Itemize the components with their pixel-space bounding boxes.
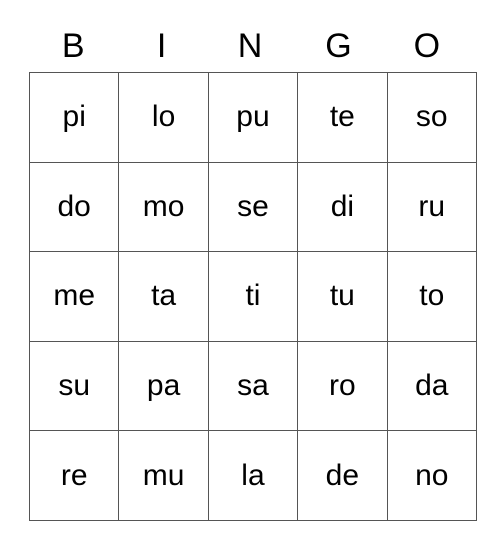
bingo-cell[interactable]: su [28, 340, 120, 432]
bingo-cell[interactable]: pu [207, 72, 299, 163]
bingo-row: pi lo pu te so [28, 72, 477, 163]
bingo-cell[interactable]: tu [297, 251, 388, 342]
bingo-cell[interactable]: pi [28, 72, 120, 163]
bingo-row: do mo se di ru [28, 161, 477, 253]
bingo-grid: pi lo pu te so do mo se di ru me ta ti t… [28, 72, 477, 521]
bingo-cell[interactable]: mo [118, 161, 209, 253]
bingo-cell[interactable]: ti [207, 251, 299, 342]
bingo-header-letter-i: I [156, 27, 167, 65]
bingo-cell[interactable]: to [386, 251, 477, 342]
bingo-header-letter-g: G [325, 27, 352, 65]
bingo-row: su pa sa ro da [28, 340, 477, 432]
bingo-header-row: B I N G O [29, 20, 471, 72]
bingo-cell[interactable]: re [28, 430, 120, 521]
bingo-row: me ta ti tu to [28, 251, 477, 342]
bingo-cell[interactable]: de [297, 430, 388, 521]
bingo-row: re mu la de no [28, 430, 477, 521]
bingo-cell[interactable]: do [28, 161, 120, 253]
bingo-cell[interactable]: te [297, 72, 388, 163]
bingo-cell[interactable]: ta [118, 251, 209, 342]
bingo-cell[interactable]: me [28, 251, 120, 342]
bingo-cell[interactable]: ro [297, 340, 388, 432]
bingo-cell[interactable]: da [386, 340, 477, 432]
bingo-cell[interactable]: se [207, 161, 299, 253]
bingo-cell[interactable]: mu [118, 430, 209, 521]
bingo-header-letter-n: N [237, 27, 263, 65]
bingo-cell[interactable]: lo [118, 72, 209, 163]
bingo-card: B I N G O pi lo pu te so do mo se di ru … [28, 20, 477, 521]
bingo-cell[interactable]: so [386, 72, 477, 163]
bingo-header-letter-b: B [61, 27, 85, 65]
bingo-cell[interactable]: la [207, 430, 299, 521]
bingo-cell[interactable]: sa [207, 340, 299, 432]
bingo-cell[interactable]: no [386, 430, 477, 521]
bingo-header-letter-o: O [413, 27, 441, 65]
bingo-cell[interactable]: ru [386, 161, 477, 253]
bingo-cell[interactable]: pa [118, 340, 209, 432]
bingo-cell[interactable]: di [297, 161, 388, 253]
